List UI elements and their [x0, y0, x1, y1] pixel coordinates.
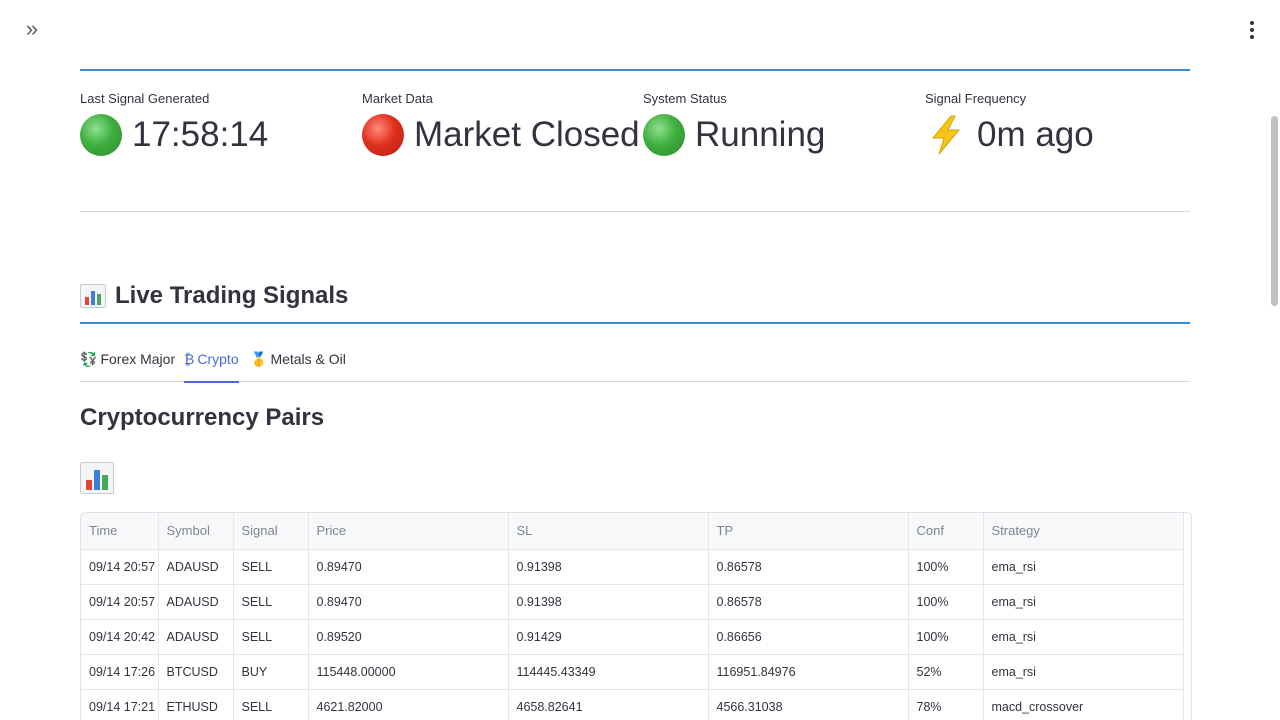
bar-chart-icon — [80, 284, 106, 308]
table-cell[interactable]: SELL — [233, 549, 309, 585]
table-cell[interactable]: ETHUSD — [158, 689, 234, 720]
currency-exchange-icon: 💱 — [80, 351, 98, 367]
table-cell[interactable]: 0.91398 — [508, 584, 709, 620]
metric-label: Market Data — [362, 91, 433, 106]
table-cell[interactable]: 114445.43349 — [508, 654, 709, 690]
table-row: 09/14 20:42 ADAUSD SELL 0.89520 0.91429 … — [81, 619, 1184, 655]
metric-value: Market Closed — [414, 115, 640, 154]
column-header[interactable]: Price — [308, 513, 509, 550]
medal-icon: 🥇 — [250, 351, 268, 367]
table-cell[interactable]: 4658.82641 — [508, 689, 709, 720]
heading-underline — [80, 322, 1190, 324]
metric-system-status: System Status Running — [643, 90, 913, 156]
metric-last-signal: Last Signal Generated 17:58:14 — [80, 90, 350, 156]
bar-chart-icon — [80, 462, 114, 494]
table-cell[interactable]: 78% — [908, 689, 984, 720]
more-options-icon[interactable] — [1246, 18, 1258, 42]
section-title-text: Live Trading Signals — [115, 282, 349, 309]
column-header[interactable]: Signal — [233, 513, 309, 550]
table-row: 09/14 20:57 ADAUSD SELL 0.89470 0.91398 … — [81, 549, 1184, 585]
red-circle-icon — [362, 114, 404, 156]
table-row: 09/14 17:21 ETHUSD SELL 4621.82000 4658.… — [81, 689, 1184, 720]
column-header[interactable]: Symbol — [158, 513, 234, 550]
tab-metals-oil[interactable]: 🥇 Metals & Oil — [250, 346, 346, 382]
table-cell[interactable]: 4621.82000 — [308, 689, 509, 720]
table-cell[interactable]: SELL — [233, 619, 309, 655]
table-cell[interactable]: ema_rsi — [983, 654, 1184, 690]
column-header[interactable]: Conf — [908, 513, 984, 550]
table-cell[interactable]: 0.89470 — [308, 549, 509, 585]
table-cell[interactable]: 09/14 20:57 — [81, 584, 159, 620]
table-cell[interactable]: BTCUSD — [158, 654, 234, 690]
table-cell[interactable]: 0.86578 — [708, 584, 909, 620]
table-cell[interactable]: 09/14 17:26 — [81, 654, 159, 690]
table-cell[interactable]: 0.89470 — [308, 584, 509, 620]
metric-value: 0m ago — [977, 115, 1094, 154]
signals-table[interactable]: Time Symbol Signal Price SL TP Conf Stra… — [80, 512, 1192, 720]
metric-signal-frequency: Signal Frequency 0m ago — [925, 90, 1195, 156]
table-header-row: Time Symbol Signal Price SL TP Conf Stra… — [81, 513, 1184, 550]
table-cell[interactable]: ADAUSD — [158, 549, 234, 585]
metric-value: 17:58:14 — [132, 115, 269, 154]
column-header[interactable]: TP — [708, 513, 909, 550]
header-divider — [80, 69, 1190, 71]
tab-forex-major[interactable]: 💱 Forex Major — [80, 346, 175, 382]
table-cell[interactable]: 0.91398 — [508, 549, 709, 585]
table-cell[interactable]: 100% — [908, 619, 984, 655]
table-cell[interactable]: SELL — [233, 584, 309, 620]
metric-label: Signal Frequency — [925, 91, 1027, 106]
table-cell[interactable]: 09/14 20:42 — [81, 619, 159, 655]
table-cell[interactable]: SELL — [233, 689, 309, 720]
tab-crypto[interactable]: ₿ Crypto — [184, 346, 239, 383]
status-metrics: Last Signal Generated 17:58:14 Market Da… — [80, 90, 1190, 170]
table-cell[interactable]: BUY — [233, 654, 309, 690]
table-cell[interactable]: 4566.31038 — [708, 689, 909, 720]
table-cell[interactable]: ema_rsi — [983, 619, 1184, 655]
metric-market-data: Market Data Market Closed — [362, 90, 640, 156]
table-cell[interactable]: 0.89520 — [308, 619, 509, 655]
scrollbar-thumb[interactable] — [1271, 116, 1278, 306]
green-circle-icon — [643, 114, 685, 156]
tab-label: Forex Major — [100, 351, 176, 367]
metric-value: Running — [695, 115, 826, 154]
table-cell[interactable]: 09/14 17:21 — [81, 689, 159, 720]
section-divider — [80, 211, 1190, 212]
live-signals-heading: Live Trading Signals — [80, 280, 348, 312]
bitcoin-icon: ₿ — [184, 351, 195, 367]
expand-sidebar-icon[interactable]: » — [20, 18, 44, 42]
green-circle-icon — [80, 114, 122, 156]
table-cell[interactable]: 09/14 20:57 — [81, 549, 159, 585]
scrollbar[interactable] — [1268, 0, 1280, 720]
table-row: 09/14 20:57 ADAUSD SELL 0.89470 0.91398 … — [81, 584, 1184, 620]
table-cell[interactable]: ADAUSD — [158, 584, 234, 620]
table-cell[interactable]: ema_rsi — [983, 549, 1184, 585]
table-cell[interactable]: ema_rsi — [983, 584, 1184, 620]
market-tabs: 💱 Forex Major ₿ Crypto 🥇 Metals & Oil — [80, 346, 1190, 383]
metric-label: System Status — [643, 91, 727, 106]
table-cell[interactable]: 0.86656 — [708, 619, 909, 655]
column-header[interactable]: Time — [81, 513, 159, 550]
tab-label: Metals & Oil — [270, 351, 346, 367]
column-header[interactable]: SL — [508, 513, 709, 550]
table-row: 09/14 17:26 BTCUSD BUY 115448.00000 1144… — [81, 654, 1184, 690]
tab-label: Crypto — [197, 351, 239, 367]
crypto-pairs-heading: Cryptocurrency Pairs — [80, 404, 325, 431]
table-cell[interactable]: 0.86578 — [708, 549, 909, 585]
table-cell[interactable]: 116951.84976 — [708, 654, 909, 690]
table-cell[interactable]: ADAUSD — [158, 619, 234, 655]
table-cell[interactable]: 0.91429 — [508, 619, 709, 655]
table-cell[interactable]: 100% — [908, 584, 984, 620]
lightning-icon — [931, 115, 961, 155]
table-cell[interactable]: 52% — [908, 654, 984, 690]
column-header[interactable]: Strategy — [983, 513, 1184, 550]
table-cell[interactable]: 100% — [908, 549, 984, 585]
metric-label: Last Signal Generated — [80, 91, 210, 106]
table-cell[interactable]: macd_crossover — [983, 689, 1184, 720]
table-cell[interactable]: 115448.00000 — [308, 654, 509, 690]
